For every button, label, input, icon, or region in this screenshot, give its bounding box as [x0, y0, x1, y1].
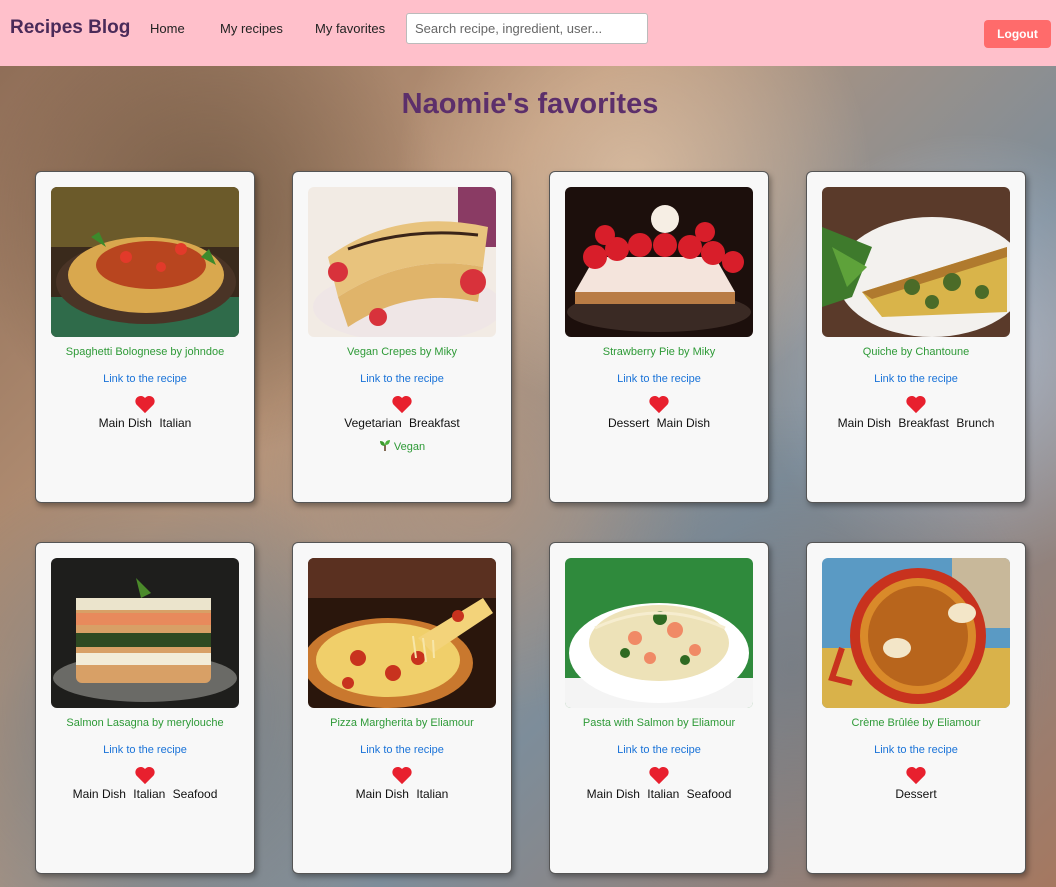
- recipe-title: Salmon Lasagna by merylouche: [66, 717, 224, 729]
- logout-button[interactable]: Logout: [984, 20, 1051, 48]
- recipe-link[interactable]: Link to the recipe: [308, 373, 496, 385]
- recipe-photo[interactable]: [308, 187, 496, 337]
- tag: Italian: [159, 416, 192, 430]
- recipe-photo[interactable]: [308, 558, 496, 708]
- vegan-badge: Vegan: [308, 439, 496, 453]
- search-input[interactable]: [406, 13, 648, 44]
- tag: Italian: [133, 787, 166, 801]
- nav-home[interactable]: Home: [150, 21, 185, 36]
- heart-icon[interactable]: [648, 395, 670, 414]
- heart-icon[interactable]: [391, 395, 413, 414]
- recipe-card: Salmon Lasagna by merylouche Link to the…: [35, 542, 255, 874]
- favorites-grid: Spaghetti Bolognese by johndoe Link to t…: [35, 171, 1026, 874]
- recipe-photo[interactable]: [822, 558, 1010, 708]
- recipe-card: Quiche by Chantoune Link to the recipe M…: [806, 171, 1026, 503]
- recipe-photo[interactable]: [565, 558, 753, 708]
- tag: Italian: [647, 787, 680, 801]
- tag: Breakfast: [898, 416, 950, 430]
- recipe-card: Pizza Margherita by Eliamour Link to the…: [292, 542, 512, 874]
- recipe-link[interactable]: Link to the recipe: [51, 744, 239, 756]
- tag-list: Main Dish Italian Seafood: [565, 786, 753, 802]
- recipe-link[interactable]: Link to the recipe: [565, 744, 753, 756]
- heart-icon[interactable]: [905, 766, 927, 785]
- tag-list: Main Dish Breakfast Brunch: [822, 415, 1010, 431]
- recipe-title: Crème Brûlée by Eliamour: [851, 717, 981, 729]
- tag-list: Vegetarian Breakfast: [308, 415, 496, 431]
- recipe-card: Strawberry Pie by Miky Link to the recip…: [549, 171, 769, 503]
- tag: Breakfast: [409, 416, 460, 430]
- recipe-link[interactable]: Link to the recipe: [51, 373, 239, 385]
- tag: Main Dish: [586, 787, 640, 801]
- tag: Dessert: [607, 416, 650, 430]
- recipe-title: Strawberry Pie by Miky: [602, 346, 716, 358]
- recipe-title: Quiche by Chantoune: [862, 346, 970, 358]
- tag-list: Main Dish Italian Seafood: [51, 786, 239, 802]
- tag: Main Dish: [355, 787, 409, 801]
- brand-logo[interactable]: Recipes Blog: [10, 17, 130, 39]
- recipe-card: Crème Brûlée by Eliamour Link to the rec…: [806, 542, 1026, 874]
- heart-icon[interactable]: [134, 395, 156, 414]
- recipe-link[interactable]: Link to the recipe: [822, 373, 1010, 385]
- tag: Vegetarian: [344, 416, 402, 430]
- tag: Brunch: [956, 416, 995, 430]
- tag: Main Dish: [837, 416, 891, 430]
- navbar: Recipes Blog Home My recipes My favorite…: [0, 0, 1056, 66]
- tag-list: Main Dish Italian: [51, 415, 239, 431]
- seedling-icon: [379, 440, 390, 451]
- vegan-label: Vegan: [393, 441, 426, 453]
- recipe-photo[interactable]: [51, 187, 239, 337]
- tag-list: Dessert Main Dish: [565, 415, 753, 431]
- tag: Seafood: [172, 787, 218, 801]
- nav-my-favorites[interactable]: My favorites: [315, 21, 385, 36]
- tag: Main Dish: [656, 416, 711, 430]
- page-title: Naomie's favorites: [401, 88, 659, 120]
- heart-icon[interactable]: [648, 766, 670, 785]
- recipe-link[interactable]: Link to the recipe: [822, 744, 1010, 756]
- tag: Dessert: [895, 787, 937, 801]
- tag: Main Dish: [98, 416, 152, 430]
- nav-my-recipes[interactable]: My recipes: [220, 21, 283, 36]
- recipe-card: Pasta with Salmon by Eliamour Link to th…: [549, 542, 769, 874]
- recipe-title: Pizza Margherita by Eliamour: [330, 717, 474, 729]
- tag: Main Dish: [72, 787, 126, 801]
- recipe-photo[interactable]: [822, 187, 1010, 337]
- recipe-photo[interactable]: [565, 187, 753, 337]
- heart-icon[interactable]: [905, 395, 927, 414]
- recipe-photo[interactable]: [51, 558, 239, 708]
- recipe-card: Spaghetti Bolognese by johndoe Link to t…: [35, 171, 255, 503]
- tag-list: Dessert: [822, 786, 1010, 802]
- tag: Seafood: [686, 787, 732, 801]
- recipe-card: Vegan Crepes by Miky Link to the recipe …: [292, 171, 512, 503]
- heart-icon[interactable]: [391, 766, 413, 785]
- recipe-title: Spaghetti Bolognese by johndoe: [65, 346, 225, 358]
- tag: Italian: [416, 787, 449, 801]
- recipe-link[interactable]: Link to the recipe: [308, 744, 496, 756]
- recipe-link[interactable]: Link to the recipe: [565, 373, 753, 385]
- recipe-title: Pasta with Salmon by Eliamour: [582, 717, 736, 729]
- heart-icon[interactable]: [134, 766, 156, 785]
- tag-list: Main Dish Italian: [308, 786, 496, 802]
- recipe-title: Vegan Crepes by Miky: [346, 346, 458, 358]
